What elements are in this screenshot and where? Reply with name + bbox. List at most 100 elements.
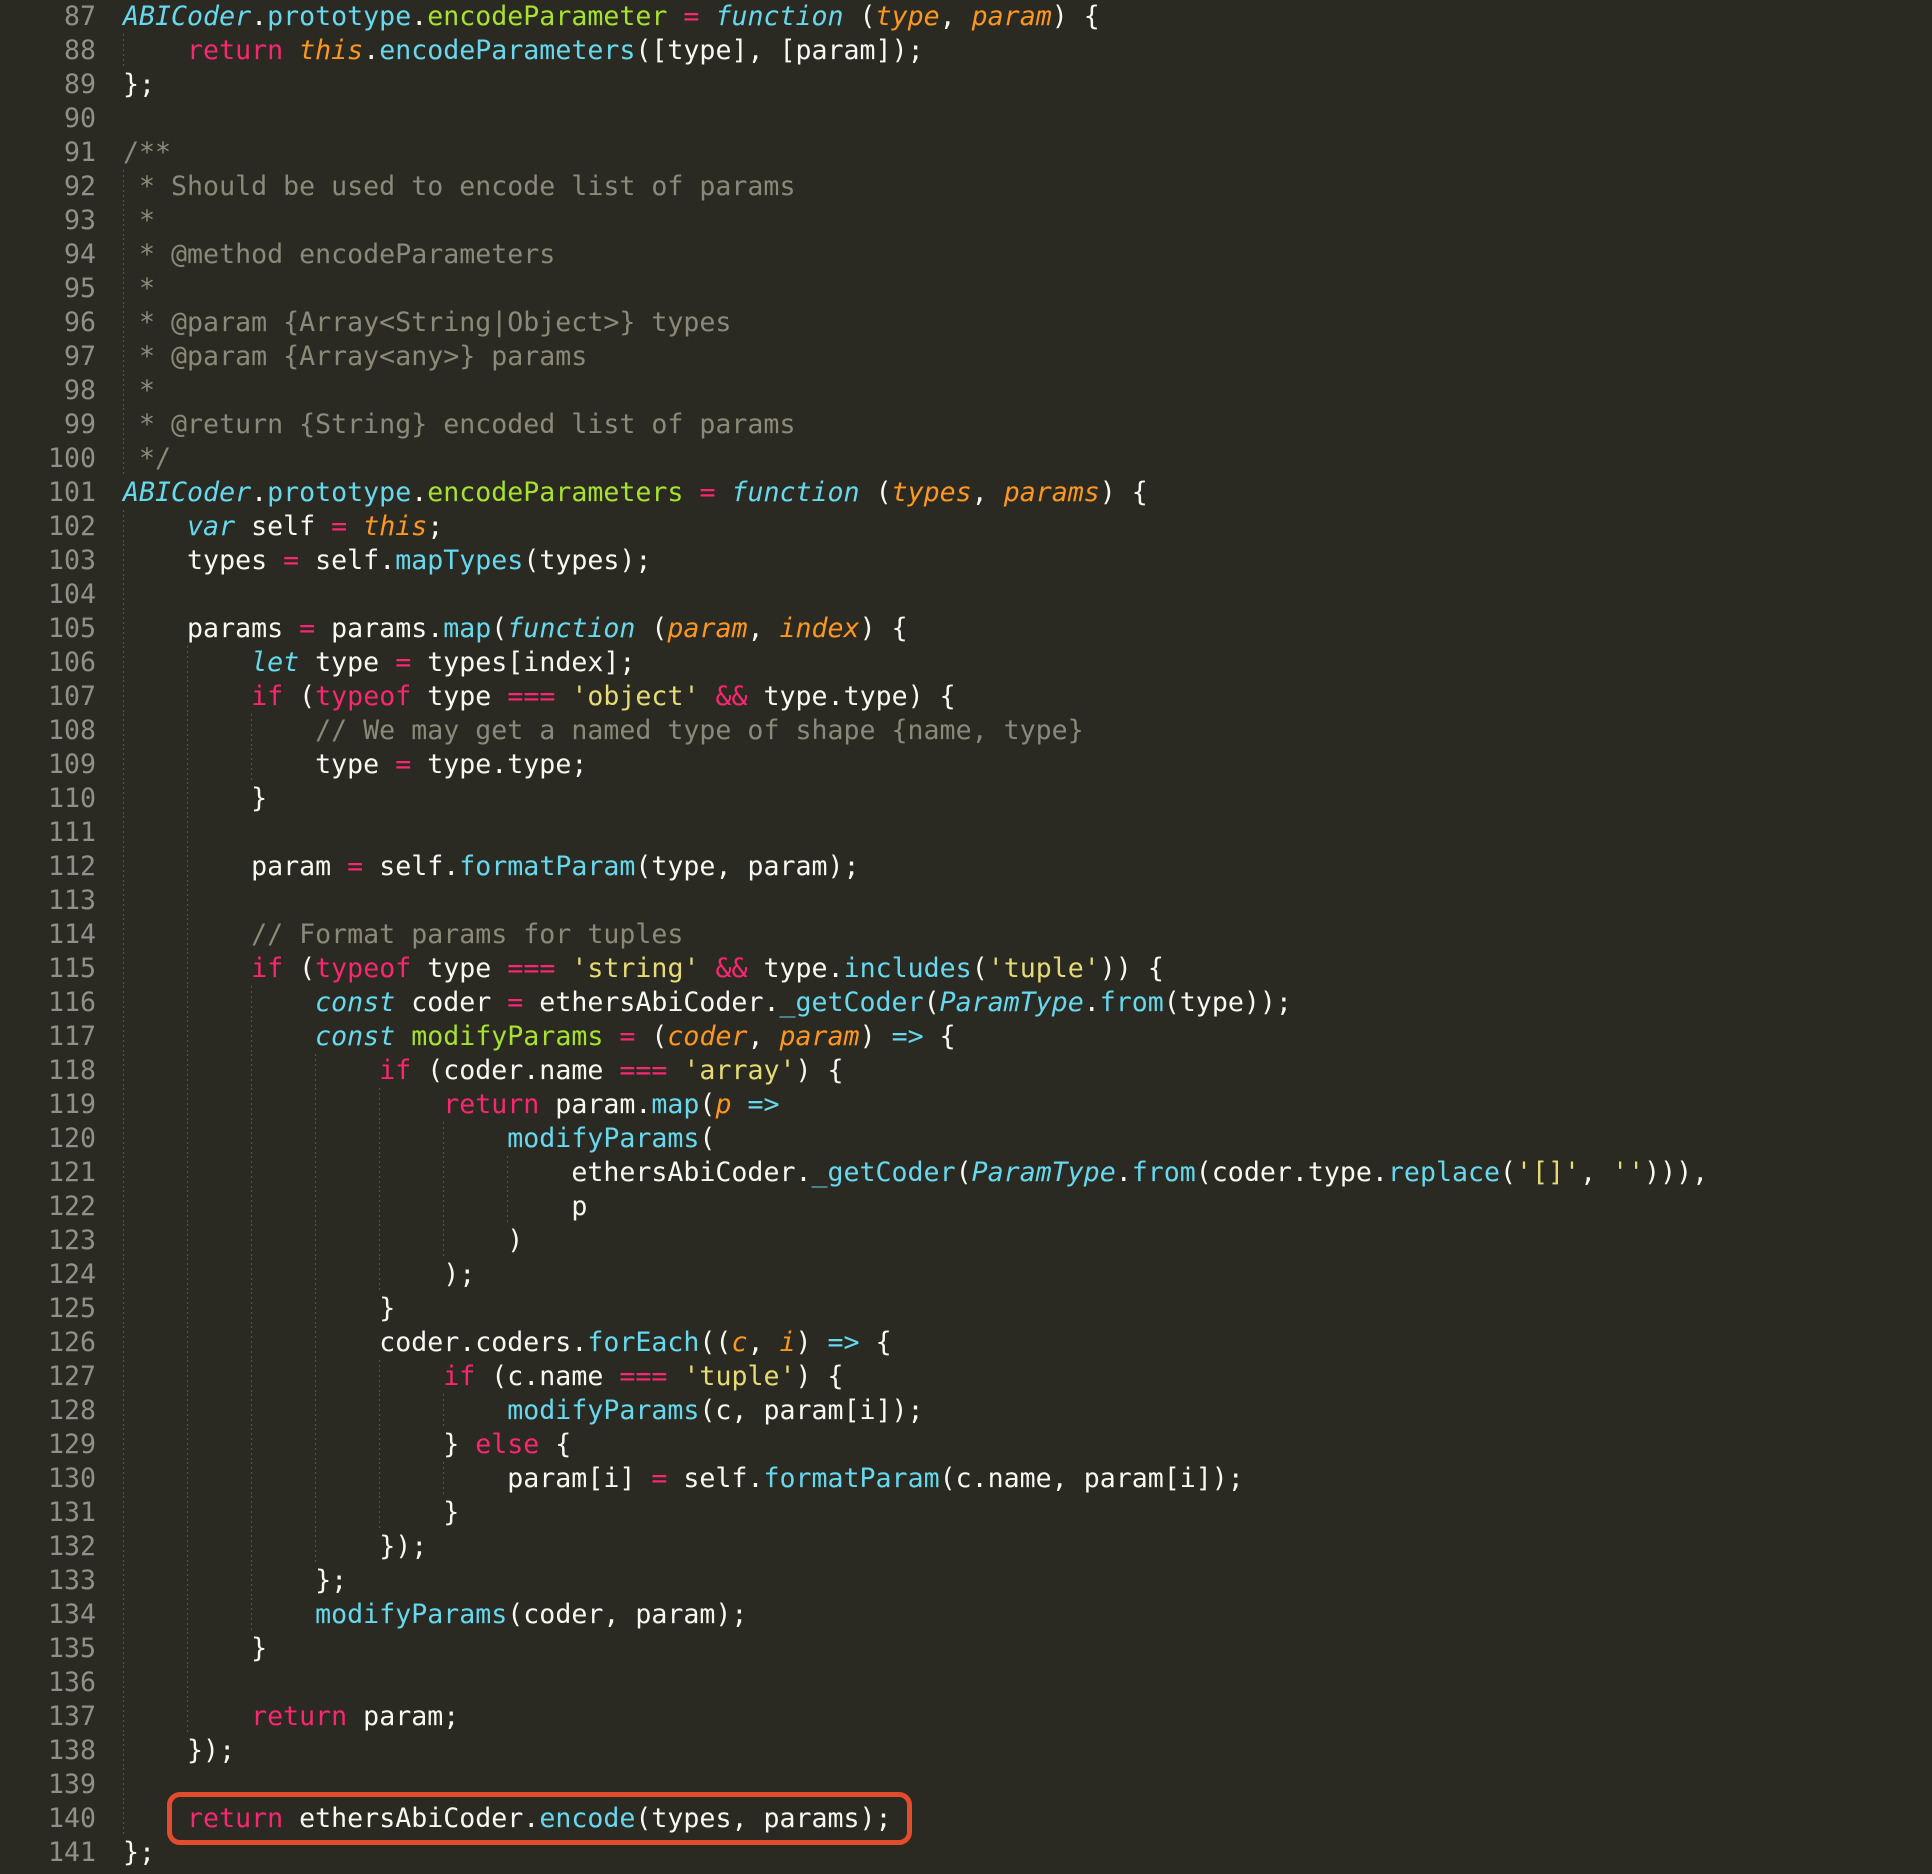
line-number[interactable]: 115 bbox=[0, 952, 96, 986]
line-number[interactable]: 106 bbox=[0, 646, 96, 680]
line-number[interactable]: 92 bbox=[0, 170, 96, 204]
code-line[interactable]: 141}; bbox=[0, 1836, 1932, 1870]
code-line[interactable]: 123 ) bbox=[0, 1224, 1932, 1258]
line-number[interactable]: 117 bbox=[0, 1020, 96, 1054]
line-number[interactable]: 119 bbox=[0, 1088, 96, 1122]
code-line[interactable]: 89}; bbox=[0, 68, 1932, 102]
code-line[interactable]: 95 * bbox=[0, 272, 1932, 306]
line-number[interactable]: 140 bbox=[0, 1802, 96, 1836]
line-number[interactable]: 133 bbox=[0, 1564, 96, 1598]
code-line[interactable]: 113 bbox=[0, 884, 1932, 918]
code-line[interactable]: 135 } bbox=[0, 1632, 1932, 1666]
code-line[interactable]: 119 return param.map(p => bbox=[0, 1088, 1932, 1122]
code-line[interactable]: 94 * @method encodeParameters bbox=[0, 238, 1932, 272]
code-line[interactable]: 98 * bbox=[0, 374, 1932, 408]
code-line[interactable]: 133 }; bbox=[0, 1564, 1932, 1598]
line-number[interactable]: 111 bbox=[0, 816, 96, 850]
code-line[interactable]: 93 * bbox=[0, 204, 1932, 238]
code-line[interactable]: 96 * @param {Array<String|Object>} types bbox=[0, 306, 1932, 340]
line-number[interactable]: 99 bbox=[0, 408, 96, 442]
line-number[interactable]: 95 bbox=[0, 272, 96, 306]
code-line[interactable]: 115 if (typeof type === 'string' && type… bbox=[0, 952, 1932, 986]
line-number[interactable]: 141 bbox=[0, 1836, 96, 1870]
line-number[interactable]: 93 bbox=[0, 204, 96, 238]
code-line[interactable]: 129 } else { bbox=[0, 1428, 1932, 1462]
code-line[interactable]: 102 var self = this; bbox=[0, 510, 1932, 544]
code-line[interactable]: 130 param[i] = self.formatParam(c.name, … bbox=[0, 1462, 1932, 1496]
code-line[interactable]: 111 bbox=[0, 816, 1932, 850]
line-number[interactable]: 104 bbox=[0, 578, 96, 612]
line-number[interactable]: 107 bbox=[0, 680, 96, 714]
code-line[interactable]: 117 const modifyParams = (coder, param) … bbox=[0, 1020, 1932, 1054]
code-line[interactable]: 140 return ethersAbiCoder.encode(types, … bbox=[0, 1802, 1932, 1836]
code-line[interactable]: 121 ethersAbiCoder._getCoder(ParamType.f… bbox=[0, 1156, 1932, 1190]
code-line[interactable]: 112 param = self.formatParam(type, param… bbox=[0, 850, 1932, 884]
code-line[interactable]: 92 * Should be used to encode list of pa… bbox=[0, 170, 1932, 204]
line-number[interactable]: 135 bbox=[0, 1632, 96, 1666]
code-line[interactable]: 126 coder.coders.forEach((c, i) => { bbox=[0, 1326, 1932, 1360]
line-number[interactable]: 87 bbox=[0, 0, 96, 34]
code-line[interactable]: 128 modifyParams(c, param[i]); bbox=[0, 1394, 1932, 1428]
code-line[interactable]: 97 * @param {Array<any>} params bbox=[0, 340, 1932, 374]
line-number[interactable]: 137 bbox=[0, 1700, 96, 1734]
code-line[interactable]: 99 * @return {String} encoded list of pa… bbox=[0, 408, 1932, 442]
code-line[interactable]: 132 }); bbox=[0, 1530, 1932, 1564]
line-number[interactable]: 96 bbox=[0, 306, 96, 340]
line-number[interactable]: 129 bbox=[0, 1428, 96, 1462]
line-number[interactable]: 131 bbox=[0, 1496, 96, 1530]
line-number[interactable]: 120 bbox=[0, 1122, 96, 1156]
line-number[interactable]: 139 bbox=[0, 1768, 96, 1802]
code-line[interactable]: 110 } bbox=[0, 782, 1932, 816]
code-line[interactable]: 104 bbox=[0, 578, 1932, 612]
line-number[interactable]: 89 bbox=[0, 68, 96, 102]
code-line[interactable]: 127 if (c.name === 'tuple') { bbox=[0, 1360, 1932, 1394]
line-number[interactable]: 108 bbox=[0, 714, 96, 748]
code-line[interactable]: 125 } bbox=[0, 1292, 1932, 1326]
code-line[interactable]: 106 let type = types[index]; bbox=[0, 646, 1932, 680]
code-line[interactable]: 88 return this.encodeParameters([type], … bbox=[0, 34, 1932, 68]
line-number[interactable]: 98 bbox=[0, 374, 96, 408]
code-line[interactable]: 139 bbox=[0, 1768, 1932, 1802]
line-number[interactable]: 100 bbox=[0, 442, 96, 476]
line-number[interactable]: 88 bbox=[0, 34, 96, 68]
code-line[interactable]: 103 types = self.mapTypes(types); bbox=[0, 544, 1932, 578]
code-line[interactable]: 138 }); bbox=[0, 1734, 1932, 1768]
code-line[interactable]: 122 p bbox=[0, 1190, 1932, 1224]
code-line[interactable]: 87ABICoder.prototype.encodeParameter = f… bbox=[0, 0, 1932, 34]
line-number[interactable]: 123 bbox=[0, 1224, 96, 1258]
code-line[interactable]: 107 if (typeof type === 'object' && type… bbox=[0, 680, 1932, 714]
line-number[interactable]: 136 bbox=[0, 1666, 96, 1700]
code-line[interactable]: 91/** bbox=[0, 136, 1932, 170]
line-number[interactable]: 126 bbox=[0, 1326, 96, 1360]
code-line[interactable]: 124 ); bbox=[0, 1258, 1932, 1292]
line-number[interactable]: 128 bbox=[0, 1394, 96, 1428]
line-number[interactable]: 127 bbox=[0, 1360, 96, 1394]
code-line[interactable]: 109 type = type.type; bbox=[0, 748, 1932, 782]
code-line[interactable]: 100 */ bbox=[0, 442, 1932, 476]
line-number[interactable]: 118 bbox=[0, 1054, 96, 1088]
code-line[interactable]: 134 modifyParams(coder, param); bbox=[0, 1598, 1932, 1632]
line-number[interactable]: 114 bbox=[0, 918, 96, 952]
line-number[interactable]: 101 bbox=[0, 476, 96, 510]
code-line[interactable]: 131 } bbox=[0, 1496, 1932, 1530]
line-number[interactable]: 134 bbox=[0, 1598, 96, 1632]
line-number[interactable]: 125 bbox=[0, 1292, 96, 1326]
line-number[interactable]: 103 bbox=[0, 544, 96, 578]
line-number[interactable]: 130 bbox=[0, 1462, 96, 1496]
line-number[interactable]: 124 bbox=[0, 1258, 96, 1292]
code-line[interactable]: 120 modifyParams( bbox=[0, 1122, 1932, 1156]
line-number[interactable]: 138 bbox=[0, 1734, 96, 1768]
line-number[interactable]: 105 bbox=[0, 612, 96, 646]
line-number[interactable]: 94 bbox=[0, 238, 96, 272]
line-number[interactable]: 121 bbox=[0, 1156, 96, 1190]
code-line[interactable]: 105 params = params.map(function (param,… bbox=[0, 612, 1932, 646]
line-number[interactable]: 112 bbox=[0, 850, 96, 884]
code-line[interactable]: 90 bbox=[0, 102, 1932, 136]
line-number[interactable]: 90 bbox=[0, 102, 96, 136]
line-number[interactable]: 109 bbox=[0, 748, 96, 782]
line-number[interactable]: 116 bbox=[0, 986, 96, 1020]
line-number[interactable]: 97 bbox=[0, 340, 96, 374]
code-line[interactable]: 116 const coder = ethersAbiCoder._getCod… bbox=[0, 986, 1932, 1020]
line-number[interactable]: 132 bbox=[0, 1530, 96, 1564]
code-line[interactable]: 118 if (coder.name === 'array') { bbox=[0, 1054, 1932, 1088]
